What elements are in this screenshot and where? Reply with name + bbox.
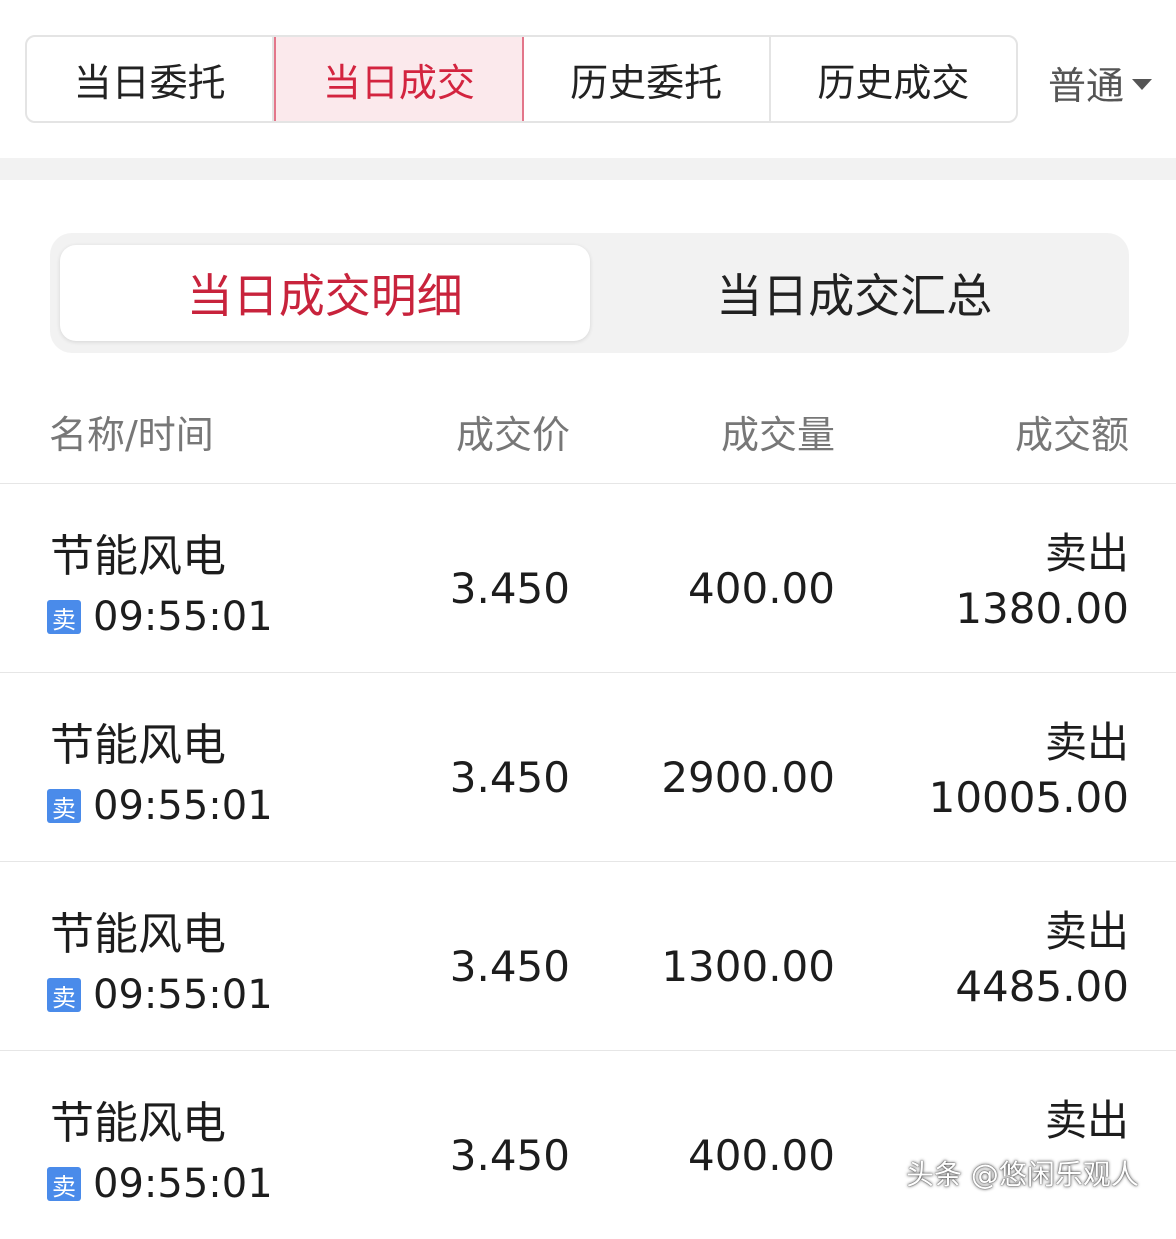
- trade-qty: 2900.00: [661, 753, 835, 802]
- trade-amount: 1380.00: [955, 584, 1129, 633]
- tab-history-trades[interactable]: 历史成交: [771, 37, 1016, 121]
- trade-side: 卖出: [1044, 1096, 1129, 1145]
- table-row[interactable]: 节能风电 卖 09:55:01 3.450 400.00 卖出: [0, 1051, 1176, 1239]
- trade-time: 09:55:01: [93, 594, 273, 640]
- table-row[interactable]: 节能风电 卖 09:55:01 3.450 400.00 卖出 1380.00: [0, 484, 1176, 673]
- mode-label: 普通: [1048, 64, 1125, 108]
- table-row[interactable]: 节能风电 卖 09:55:01 3.450 1300.00 卖出 4485.00: [0, 862, 1176, 1051]
- trade-side: 卖出: [1044, 529, 1129, 578]
- time-line: 卖 09:55:01: [47, 594, 273, 640]
- section-divider: [0, 158, 1176, 180]
- header-price: 成交价: [455, 413, 570, 457]
- header-amount: 成交额: [1014, 413, 1129, 457]
- trade-qty: 400.00: [688, 564, 835, 613]
- trade-price: 3.450: [449, 564, 570, 613]
- order-tab-bar: 当日委托 当日成交 历史委托 历史成交: [25, 35, 1018, 123]
- sell-badge: 卖: [47, 789, 81, 823]
- table-header: 名称/时间 成交价 成交量 成交额: [0, 380, 1176, 484]
- detail-summary-switch: 当日成交明细 当日成交汇总: [50, 233, 1129, 353]
- trade-side: 卖出: [1044, 907, 1129, 956]
- stock-name: 节能风电: [50, 1098, 226, 1149]
- trade-price: 3.450: [449, 1131, 570, 1180]
- mode-selector[interactable]: 普通: [1048, 55, 1153, 110]
- time-line: 卖 09:55:01: [47, 972, 273, 1018]
- header-qty: 成交量: [720, 413, 835, 457]
- time-line: 卖 09:55:01: [47, 1161, 273, 1207]
- trade-price: 3.450: [449, 942, 570, 991]
- header-name-time: 名称/时间: [49, 413, 214, 457]
- trade-amount: 10005.00: [928, 773, 1129, 822]
- trade-time: 09:55:01: [93, 783, 273, 829]
- trade-time: 09:55:01: [93, 1161, 273, 1207]
- tab-today-trades[interactable]: 当日成交: [274, 37, 524, 121]
- watermark: 头条 @悠闲乐观人: [906, 1158, 1139, 1191]
- stock-name: 节能风电: [50, 531, 226, 582]
- tab-history-orders[interactable]: 历史委托: [524, 37, 771, 121]
- stock-name: 节能风电: [50, 909, 226, 960]
- trade-side: 卖出: [1044, 718, 1129, 767]
- chevron-down-icon: [1132, 79, 1153, 90]
- sell-badge: 卖: [47, 978, 81, 1012]
- trade-amount: 4485.00: [955, 962, 1129, 1011]
- stock-name: 节能风电: [50, 720, 226, 771]
- time-line: 卖 09:55:01: [47, 783, 273, 829]
- trade-qty: 400.00: [688, 1131, 835, 1180]
- sell-badge: 卖: [47, 600, 81, 634]
- segment-summary[interactable]: 当日成交汇总: [590, 245, 1120, 341]
- table-row[interactable]: 节能风电 卖 09:55:01 3.450 2900.00 卖出 10005.0…: [0, 673, 1176, 862]
- tab-today-orders[interactable]: 当日委托: [27, 37, 275, 121]
- trade-price: 3.450: [449, 753, 570, 802]
- trade-time: 09:55:01: [93, 972, 273, 1018]
- trade-qty: 1300.00: [661, 942, 835, 991]
- segment-detail[interactable]: 当日成交明细: [60, 245, 590, 341]
- sell-badge: 卖: [47, 1167, 81, 1201]
